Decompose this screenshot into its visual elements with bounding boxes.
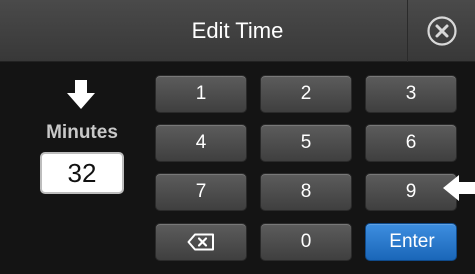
backspace-button[interactable]	[155, 223, 247, 261]
dialog-body: Minutes 32 1 2 3 4 5 6 7 8 9 0 Enter	[0, 62, 475, 274]
title-bar: Edit Time	[0, 0, 475, 62]
minutes-input[interactable]: 32	[40, 152, 124, 194]
close-button[interactable]	[407, 0, 475, 62]
key-8[interactable]: 8	[260, 173, 352, 211]
close-circle-icon	[426, 16, 457, 46]
key-1[interactable]: 1	[155, 75, 247, 113]
edit-time-dialog: Edit Time Minutes 32 1 2 3 4 5 6 7 8 9 0…	[0, 0, 475, 274]
enter-label: Enter	[389, 231, 435, 252]
down-arrow-icon	[67, 80, 95, 109]
key-7[interactable]: 7	[155, 173, 247, 211]
key-6[interactable]: 6	[365, 124, 457, 162]
key-4[interactable]: 4	[155, 124, 247, 162]
key-5[interactable]: 5	[260, 124, 352, 162]
backspace-icon	[187, 233, 214, 251]
left-arrow-icon	[443, 175, 475, 201]
dialog-title: Edit Time	[191, 18, 284, 43]
key-0[interactable]: 0	[260, 223, 352, 261]
enter-button[interactable]: Enter	[365, 223, 457, 261]
minutes-label: Minutes	[46, 122, 118, 143]
key-2[interactable]: 2	[260, 75, 352, 113]
key-3[interactable]: 3	[365, 75, 457, 113]
